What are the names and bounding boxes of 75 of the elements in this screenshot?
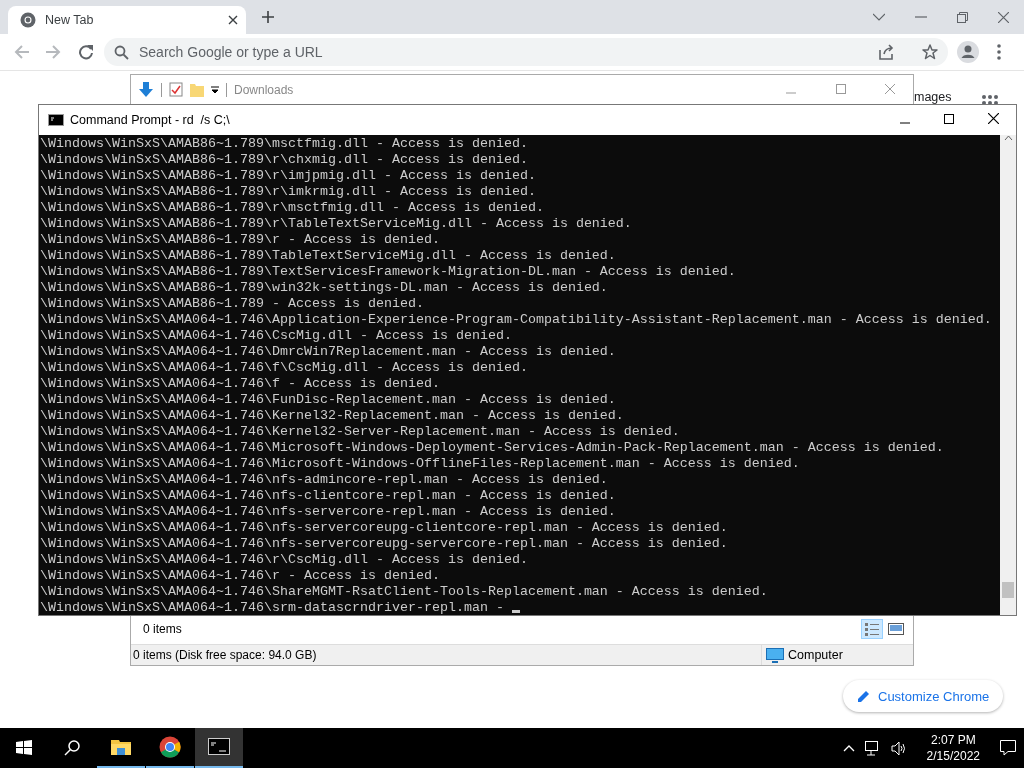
pencil-icon — [857, 689, 870, 703]
scroll-thumb[interactable] — [1002, 582, 1014, 598]
console-line: \Windows\WinSxS\AMA064~1.746\nfs-clientcore-repl.man - Access is denied. — [40, 488, 616, 503]
close-icon[interactable] — [228, 15, 238, 25]
console-line: \Windows\WinSxS\AMAB86~1.789\r\TableTextServiceMig.dll - Access is denied. — [40, 216, 632, 231]
window-title: Downloads — [234, 82, 295, 97]
share-icon[interactable] — [878, 44, 894, 60]
chrome-icon — [159, 736, 181, 758]
status-text: 0 items (Disk free space: 94.0 GB) — [132, 648, 318, 662]
console-line: \Windows\WinSxS\AMA064~1.746\Application-Experience-Program-Compatibility-Assistant-Replacement.man - Access is denied. — [40, 312, 992, 327]
console-line: \Windows\WinSxS\AMA064~1.746\Microsoft-Windows-OfflineFiles-Replacement.man - Access is denied. — [40, 456, 800, 471]
console-line: \Windows\WinSxS\AMA064~1.746\CscMig.dll - Access is denied. — [40, 328, 512, 343]
console-line: \Windows\WinSxS\AMAB86~1.789\r\msctfmig.dll - Access is denied. — [40, 200, 544, 215]
search-icon[interactable] — [64, 740, 80, 756]
customize-chrome-button[interactable]: Customize Chrome — [843, 680, 1004, 712]
reload-icon[interactable] — [78, 44, 94, 60]
console-line: \Windows\WinSxS\AMAB86~1.789\TableTextServiceMig.dll - Access is denied. — [40, 248, 616, 263]
console-line: \Windows\WinSxS\AMA064~1.746\FunDisc-Replacement.man - Access is denied. — [40, 392, 616, 407]
star-icon[interactable] — [922, 44, 938, 60]
console-line: \Windows\WinSxS\AMAB86~1.789\win32k-settings-DL.man - Access is denied. — [40, 280, 608, 295]
volume-icon[interactable] — [890, 740, 907, 756]
console-icon — [208, 736, 230, 758]
console-line: \Windows\WinSxS\AMA064~1.746\Kernel32-Replacement.man - Access is denied. — [40, 408, 624, 423]
console-line: \Windows\WinSxS\AMAB86~1.789\TextServicesFramework-Migration-DL.man - Access is denied. — [40, 264, 736, 279]
console-line: \Windows\WinSxS\AMA064~1.746\nfs-admincore-repl.man - Access is denied. — [40, 472, 608, 487]
clock-time[interactable]: 2:07 PM — [930, 732, 976, 748]
console-icon — [48, 114, 64, 126]
apps-grid-icon[interactable] — [982, 95, 998, 105]
console-line: \Windows\WinSxS\AMAB86~1.789\r\imjpmig.dll - Access is denied. — [40, 168, 536, 183]
download-arrow-icon[interactable] — [138, 81, 154, 98]
console-line: \Windows\WinSxS\AMA064~1.746\srm-datascrndriver-repl.man - — [40, 600, 504, 615]
taskbar-app-button[interactable] — [195, 728, 243, 768]
clock-date[interactable]: 2/15/2022 — [926, 748, 980, 764]
console-line: \Windows\WinSxS\AMA064~1.746\nfs-servercoreupg-clientcore-repl.man - Access is denied. — [40, 520, 728, 535]
details-view-button[interactable] — [861, 619, 883, 639]
console-line: \Windows\WinSxS\AMA064~1.746\f\CscMig.dll - Access is denied. — [40, 360, 528, 375]
search-icon — [114, 44, 129, 60]
window-title: Command Prompt - rd /s C;\ — [70, 113, 231, 127]
console-line: \Windows\WinSxS\AMA064~1.746\r - Access is denied. — [40, 568, 440, 583]
chevron-up-icon[interactable] — [842, 744, 855, 752]
console-line: \Windows\WinSxS\AMA064~1.746\f - Access is denied. — [40, 376, 440, 391]
console-line: \Windows\WinSxS\AMAB86~1.789\msctfmig.dll - Access is denied. — [40, 136, 528, 151]
console-line: \Windows\WinSxS\AMA064~1.746\Microsoft-Windows-Deployment-Services-Admin-Pack-Replacement.man - Access is denied. — [40, 440, 944, 455]
console-line: \Windows\WinSxS\AMA064~1.746\nfs-servercore-repl.man - Access is denied. — [40, 504, 616, 519]
properties-icon[interactable] — [169, 82, 183, 97]
console-line: \Windows\WinSxS\AMAB86~1.789\r\chxmig.dll - Access is denied. — [40, 152, 528, 167]
text-cursor — [511, 610, 520, 613]
scroll-up-icon[interactable] — [1003, 135, 1013, 141]
maximize-icon[interactable] — [944, 114, 954, 124]
menu-icon[interactable] — [997, 44, 1001, 60]
item-count: 0 items — [143, 622, 183, 636]
profile-icon[interactable] — [957, 41, 979, 63]
restore-icon[interactable] — [957, 11, 968, 23]
console-line: \Windows\WinSxS\AMAB86~1.789\r\imkrmig.dll - Access is denied. — [40, 184, 536, 199]
console-line: \Windows\WinSxS\AMA064~1.746\r\CscMig.dll - Access is denied. — [40, 552, 528, 567]
new-tab-icon[interactable] — [262, 11, 274, 23]
console-line: \Windows\WinSxS\AMAB86~1.789 - Access is denied. — [40, 296, 424, 311]
computer-icon — [766, 647, 784, 663]
close-icon[interactable] — [988, 113, 999, 124]
console-line: \Windows\WinSxS\AMAB86~1.789\r - Access is denied. — [40, 232, 440, 247]
notification-icon[interactable] — [1000, 740, 1016, 756]
network-icon[interactable] — [864, 740, 881, 756]
caret-down-icon[interactable] — [211, 85, 219, 94]
address-bar[interactable]: Search Google or type a URL — [104, 38, 948, 66]
browser-tab[interactable]: New Tab — [8, 6, 246, 34]
location-label: Computer — [788, 648, 843, 662]
console-line: \Windows\WinSxS\AMA064~1.746\ShareMGMT-RsatClient-Tools-Replacement.man - Access is denied. — [40, 584, 768, 599]
console-line: \Windows\WinSxS\AMA064~1.746\DmrcWin7Replacement.man - Access is denied. — [40, 344, 616, 359]
windows-logo-icon[interactable] — [16, 740, 32, 756]
scrollbar[interactable] — [1000, 135, 1016, 615]
images-link[interactable]: mages — [914, 90, 952, 104]
console-line: \Windows\WinSxS\AMA064~1.746\Kernel32-Server-Replacement.man - Access is denied. — [40, 424, 680, 439]
chrome-logo-icon — [20, 12, 36, 28]
console-line: \Windows\WinSxS\AMA064~1.746\nfs-servercoreupg-servercore-repl.man - Access is denied. — [40, 536, 728, 551]
tab-title: New Tab — [45, 13, 95, 27]
